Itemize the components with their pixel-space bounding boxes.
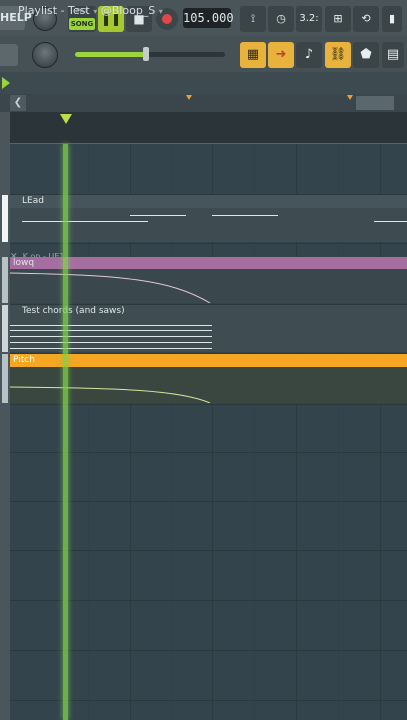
left-panel-button[interactable]	[0, 44, 18, 66]
note-icon[interactable]: ♪	[296, 42, 322, 68]
plugin-icon[interactable]: ⬟	[353, 42, 379, 68]
playhead[interactable]	[63, 144, 68, 720]
clip-label: LEad	[22, 196, 44, 206]
note-line	[10, 325, 212, 326]
track-divider	[10, 700, 407, 701]
automation-clip-lowq[interactable]: lowq	[10, 257, 407, 303]
numbers-icon[interactable]: 3.2:	[296, 6, 322, 32]
browser-icon[interactable]: ▤	[382, 42, 404, 68]
arrangement-name[interactable]: @Bloop_S	[101, 4, 156, 17]
note-line	[22, 221, 148, 222]
note-line	[10, 342, 212, 343]
playlist-nav-row	[0, 94, 407, 112]
track-color-strip	[2, 195, 8, 242]
horizontal-scrollbar[interactable]	[356, 96, 394, 110]
arrangement-chevron-icon[interactable]: ▾	[159, 7, 163, 16]
track-color-strip	[2, 305, 8, 352]
automation-curve	[10, 272, 211, 303]
note-line	[212, 215, 278, 216]
hint-icon[interactable]: ⟟	[240, 6, 266, 32]
track-color-strip	[2, 257, 8, 303]
typing-keyboard-icon[interactable]: ▦	[240, 42, 266, 68]
scroll-left-button[interactable]: ❮	[10, 95, 26, 111]
song-position-line	[10, 143, 407, 144]
note-line	[10, 348, 212, 349]
note-line	[10, 336, 212, 337]
track-divider	[10, 452, 407, 453]
muted-clip[interactable]: ✕ K on - UE1	[10, 244, 70, 262]
track-divider	[10, 501, 407, 502]
track-divider	[10, 404, 407, 405]
overflow-icon[interactable]: ▮	[382, 6, 402, 32]
clip-label: Test chords (and saws)	[22, 306, 125, 316]
playlist-title: Playlist - Test	[18, 4, 90, 17]
playlist-titlebar	[0, 72, 407, 94]
marker-icon	[347, 95, 353, 100]
note-line	[130, 215, 186, 216]
tempo-display[interactable]: 105.000	[183, 8, 234, 28]
song-label: SONG	[69, 18, 95, 30]
track-divider	[10, 650, 407, 651]
master-volume-slider[interactable]	[75, 47, 225, 61]
note-line	[374, 221, 407, 222]
volume-thumb[interactable]	[142, 47, 149, 61]
channel-add-icon[interactable]: ⊞	[325, 6, 351, 32]
title-chevron-icon: ▾	[93, 7, 98, 16]
volume-fill	[75, 52, 146, 57]
clip-header	[10, 195, 407, 208]
playlist-window: Playlist - Test ▾ @Bloop_S ▾	[18, 4, 163, 17]
clip-label: lowq	[13, 258, 35, 268]
loop-icon[interactable]: ⟲	[353, 6, 379, 32]
clip-header	[10, 354, 407, 367]
pitch-knob[interactable]	[32, 42, 58, 68]
track-color-strip	[2, 354, 8, 403]
note-line	[10, 330, 212, 331]
clip-label: Pitch	[13, 355, 35, 365]
clock-icon[interactable]: ◷	[268, 6, 294, 32]
pattern-clip-chords[interactable]: Test chords (and saws)	[10, 305, 407, 352]
marker-icon	[186, 95, 192, 100]
pattern-clip-lead[interactable]: LEad	[10, 195, 407, 242]
step-edit-arrow-icon[interactable]: ➜	[268, 42, 294, 68]
playhead-marker-icon[interactable]	[60, 114, 72, 124]
track-divider	[10, 550, 407, 551]
automation-curve	[10, 386, 211, 403]
track-divider	[10, 600, 407, 601]
menu-arrow-icon[interactable]	[2, 77, 10, 89]
clip-header	[10, 257, 407, 269]
link-icon[interactable]: ⛓	[325, 42, 351, 68]
automation-clip-pitch[interactable]: Pitch	[10, 354, 407, 403]
